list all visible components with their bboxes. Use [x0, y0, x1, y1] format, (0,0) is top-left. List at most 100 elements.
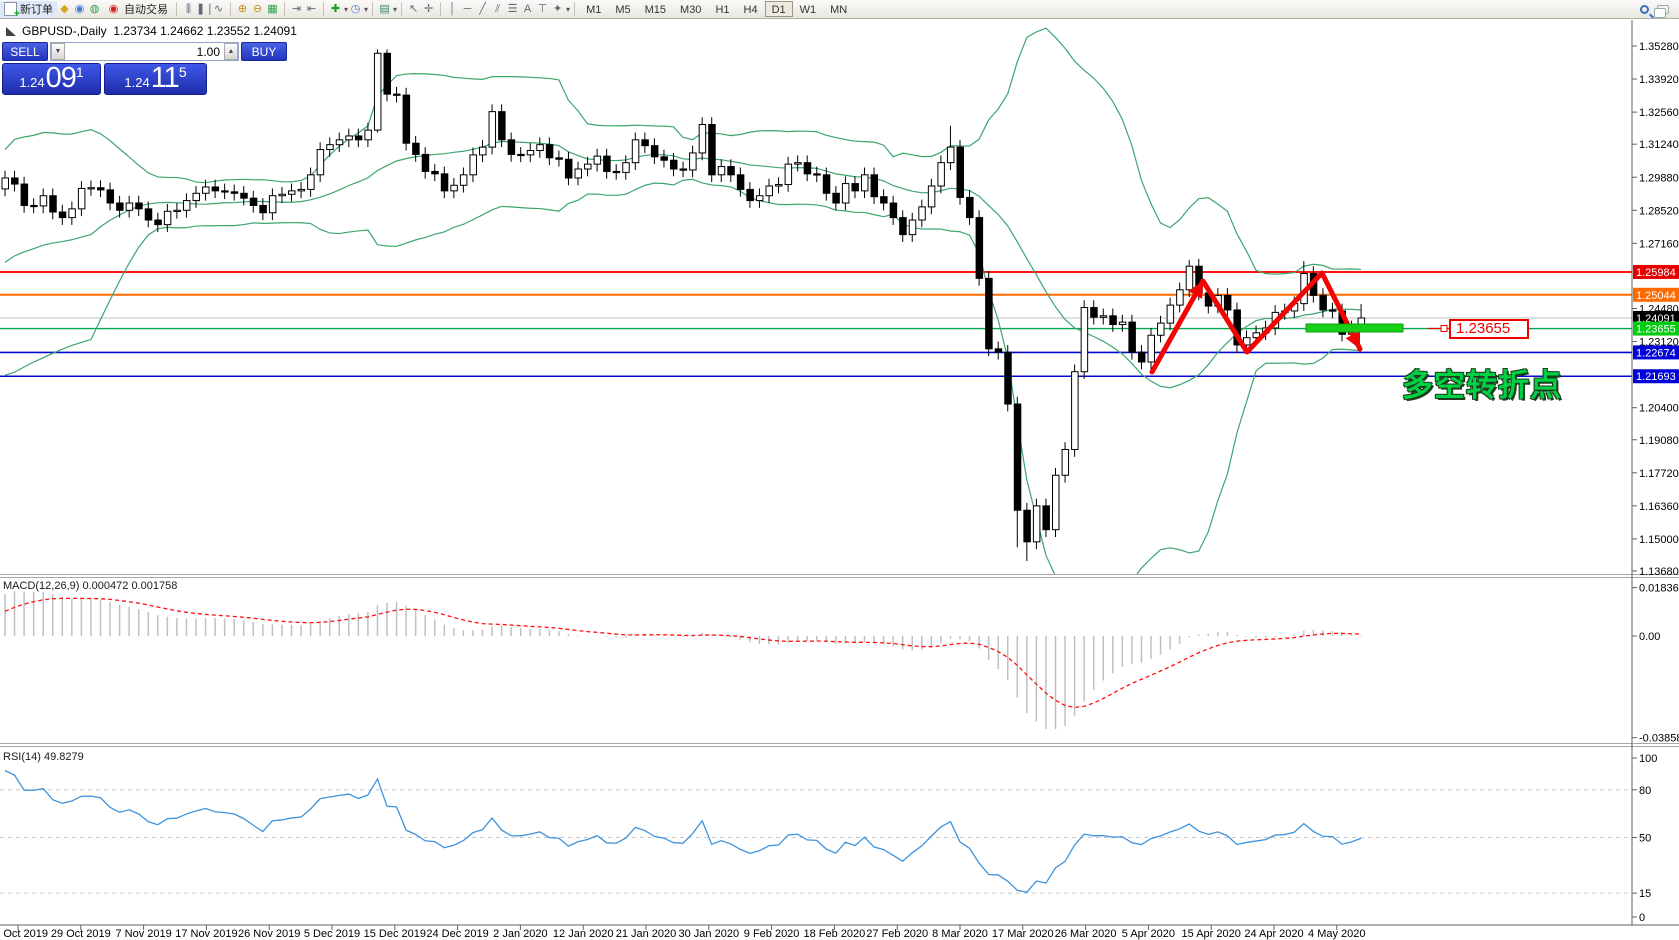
timeframe-group: M1 M5 M15 M30 H1 H4 D1 W1 MN [579, 1, 854, 17]
candlestick-chart-icon[interactable]: ❚❘ [196, 2, 214, 17]
candle-body [249, 197, 258, 206]
candle-body [488, 111, 497, 148]
timeframe-m30[interactable]: M30 [673, 1, 708, 17]
chat-icon[interactable] [1654, 4, 1669, 18]
dropdown-caret-icon[interactable]: ▾ [566, 5, 570, 14]
candle-body [154, 219, 162, 226]
candle-body [679, 168, 688, 171]
candle-body [660, 156, 668, 161]
candle-body [1, 177, 9, 190]
candle-body [1023, 509, 1031, 543]
candle-body [97, 187, 105, 191]
candle-body [870, 174, 879, 198]
price-axis-label: 1.27160 [1639, 238, 1679, 250]
candle-body [746, 188, 754, 202]
buy-button[interactable]: BUY [241, 42, 287, 61]
candle-body [717, 166, 726, 176]
timeframe-m15[interactable]: M15 [638, 1, 673, 17]
channel-icon[interactable]: ⫽ [490, 2, 505, 17]
tile-windows-icon[interactable]: ▦ [265, 2, 280, 17]
market-watch-icon[interactable]: ◉ [72, 2, 87, 17]
volume-increase-button[interactable]: ▲ [224, 43, 238, 60]
cursor-icon[interactable]: ↖ [406, 2, 421, 17]
date-axis-label: 7 Nov 2019 [115, 928, 171, 940]
trendline-icon[interactable]: ╱ [475, 2, 490, 17]
templates-icon[interactable]: ▤ [377, 2, 392, 17]
timeframe-h1[interactable]: H1 [708, 1, 736, 17]
timeframe-m1[interactable]: M1 [579, 1, 608, 17]
signals-icon[interactable]: ◍ [87, 2, 102, 17]
candle-body [1328, 309, 1337, 312]
candle-body [832, 192, 840, 204]
dropdown-caret-icon[interactable]: ▾ [393, 5, 397, 14]
chart-shift-icon[interactable]: ⇤ [304, 2, 319, 17]
sell-price-panel[interactable]: 1.24 09 1 [2, 63, 101, 95]
price-axis-label: 1.29880 [1639, 172, 1679, 184]
text-icon[interactable]: A [520, 2, 535, 17]
timeframe-d1[interactable]: D1 [764, 1, 793, 17]
zoom-out-icon[interactable]: ⊖ [250, 2, 265, 17]
candle-body [775, 184, 783, 187]
macd-layer [4, 591, 1362, 730]
candle-body [68, 208, 76, 219]
candle-body [77, 187, 86, 210]
candle-body [1319, 294, 1327, 311]
candle-body [612, 170, 621, 174]
auto-trading-button[interactable]: ◉ 自动交易 [102, 1, 172, 18]
candle-body [966, 196, 974, 219]
add-indicator-icon[interactable]: ✚ [328, 2, 343, 17]
timeframe-m5[interactable]: M5 [608, 1, 637, 17]
candle-body [1071, 371, 1079, 450]
chinese-annotation: 多空转折点 [1402, 368, 1562, 403]
candle-body [975, 217, 984, 279]
candle-body [822, 174, 831, 194]
candle-body [1128, 321, 1136, 353]
new-order-button[interactable]: + 新订单 [0, 0, 57, 20]
rsi-axis-label: 0 [1639, 912, 1645, 924]
shapes-icon[interactable]: ✦ [550, 2, 565, 17]
one-click-trading-panel: SELL ▼ ▲ BUY 1.24 09 1 1.24 11 5 [2, 42, 287, 95]
candle-body [116, 202, 124, 211]
search-icon[interactable] [1640, 4, 1649, 14]
vertical-line-icon[interactable]: │ [445, 2, 460, 17]
fibonacci-icon[interactable]: ☰ [505, 2, 520, 17]
date-axis-label: 29 Oct 2019 [51, 928, 111, 940]
candle-body [555, 157, 563, 160]
candle-body [259, 204, 267, 214]
candle-body [144, 208, 153, 221]
macd-axis-label: 0.018369 [1639, 583, 1679, 595]
sell-button[interactable]: SELL [2, 42, 48, 61]
candle-body [517, 153, 525, 157]
line-chart-icon[interactable]: ∿ [211, 2, 226, 17]
candle-body [1061, 448, 1070, 476]
volume-decrease-button[interactable]: ▼ [51, 43, 65, 60]
buy-price-prefix: 1.24 [124, 75, 150, 90]
date-axis-label: 9 Feb 2020 [744, 928, 800, 940]
candle-body [30, 204, 38, 208]
horizontal-line-icon[interactable]: ─ [460, 2, 475, 17]
zoom-in-icon[interactable]: ⊕ [235, 2, 250, 17]
candle-body [182, 200, 191, 211]
timeframe-h4[interactable]: H4 [737, 1, 765, 17]
candle-body [316, 149, 325, 176]
date-axis-label: 5 Dec 2019 [304, 928, 360, 940]
chart-canvas[interactable]: 1.35280 1.33920 1.32560 1.31240 1.29880 1.285… [0, 0, 1679, 940]
candle-body [1147, 334, 1155, 363]
auto-trading-label: 自动交易 [124, 4, 168, 16]
dropdown-caret-icon[interactable]: ▾ [364, 5, 368, 14]
volume-input[interactable] [65, 43, 224, 60]
timeframe-w1[interactable]: W1 [793, 1, 824, 17]
buy-price-panel[interactable]: 1.24 11 5 [104, 63, 207, 95]
date-axis-label: 2 Jan 2020 [493, 928, 547, 940]
timeframe-mn[interactable]: MN [823, 1, 854, 17]
text-label-icon[interactable]: ⊤ [535, 2, 550, 17]
crosshair-icon[interactable]: ✛ [421, 2, 436, 17]
periods-icon[interactable]: ◷ [348, 2, 363, 17]
auto-scroll-icon[interactable]: ⇥ [289, 2, 304, 17]
main-chart-layer [0, 27, 1632, 574]
price-tag-label: 1.25044 [1636, 290, 1676, 302]
candle-body [937, 162, 945, 187]
chart-cursor-icon[interactable]: ◆ [57, 2, 72, 17]
bar-chart-icon[interactable]: ⫼ [181, 2, 196, 17]
candle-body [1185, 265, 1194, 291]
